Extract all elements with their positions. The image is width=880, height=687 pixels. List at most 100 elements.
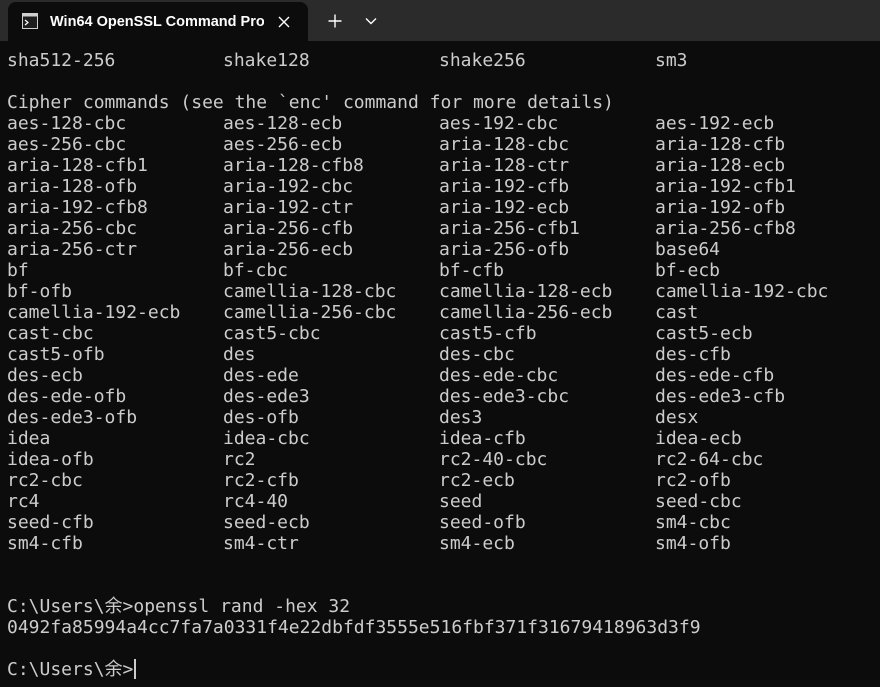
cipher-row: aria-128-cfb1 aria-128-cfb8 aria-128-ctr ar… <box>7 155 880 176</box>
command-name: rc4 <box>7 491 40 512</box>
command-name: desx <box>655 407 699 428</box>
command-name: camellia-128-cbc <box>223 281 397 302</box>
command-name: camellia-128-ecb <box>439 281 613 302</box>
command-name: aria-256-ofb <box>439 239 570 260</box>
command-name: cast5-ecb <box>655 323 753 344</box>
command-name: aria-128-ofb <box>7 176 138 197</box>
command-name: cast5-ofb <box>7 344 105 365</box>
command-name: des-ede3-cfb <box>655 386 786 407</box>
command-name: rc2 <box>223 449 256 470</box>
cipher-row: aria-256-ctr aria-256-ecb aria-256-ofb base… <box>7 239 880 260</box>
command-name: des-cbc <box>439 344 515 365</box>
chevron-down-icon <box>365 18 377 25</box>
command-name: sm4-cfb <box>7 533 83 554</box>
command-name: aes-128-cbc <box>7 113 127 134</box>
terminal-output[interactable]: sha512-256 shake128 shake256 sm3 Cipher … <box>0 41 880 687</box>
command-line: C:\Users\余>openssl rand -hex 32 <box>7 596 351 617</box>
cipher-row: sm4-cfb sm4-ctr sm4-ecb sm4-ofb <box>7 533 880 554</box>
command-name: rc2-40-cbc <box>439 449 548 470</box>
command-name: camellia-256-cbc <box>223 302 397 323</box>
close-tab-button[interactable] <box>272 10 296 34</box>
cipher-row: idea-ofb rc2 rc2-40-cbc rc2-64-cbc <box>7 449 880 470</box>
cipher-row: rc4 rc4-40 seed seed-cbc <box>7 491 880 512</box>
cipher-commands-header: Cipher commands (see the `enc' command f… <box>7 92 614 113</box>
prompt-line[interactable]: C:\Users\余> <box>7 659 137 680</box>
cipher-row: cast-cbc cast5-cbc cast5-cfb cast5-ecb <box>7 323 880 344</box>
command-name: des-ede <box>223 365 299 386</box>
command-name: bf-cfb <box>439 260 505 281</box>
command-name: aria-192-cfb8 <box>7 197 148 218</box>
terminal-icon <box>22 13 38 29</box>
cipher-row: aria-256-cbc aria-256-cfb aria-256-cfb1 ari… <box>7 218 880 239</box>
command-name: sm3 <box>655 50 688 71</box>
command-name: idea-cbc <box>223 428 310 449</box>
cipher-row: rc2-cbc rc2-cfb rc2-ecb rc2-ofb <box>7 470 880 491</box>
command-name: aria-256-cfb <box>223 218 354 239</box>
command-name: rc2-ecb <box>439 470 515 491</box>
command-name: bf-ofb <box>7 281 73 302</box>
command-name: idea-ofb <box>7 449 94 470</box>
command-name: aria-256-cbc <box>7 218 138 239</box>
command-name: shake256 <box>439 50 526 71</box>
command-name: camellia-256-ecb <box>439 302 613 323</box>
command-name: des-ede3 <box>223 386 310 407</box>
command-name: aria-128-cfb <box>655 134 786 155</box>
command-name: aria-192-cfb1 <box>655 176 796 197</box>
command-name: camellia-192-cbc <box>655 281 829 302</box>
plus-icon <box>328 14 342 28</box>
cipher-row: des-ede-ofb des-ede3 des-ede3-cbc des-ede3-… <box>7 386 880 407</box>
command-name: des-ede-cbc <box>439 365 559 386</box>
tab-win64-openssl[interactable]: Win64 OpenSSL Command Prompt <box>8 2 308 41</box>
command-name: aes-256-ecb <box>223 134 343 155</box>
cipher-row: aria-192-cfb8 aria-192-ctr aria-192-ecb ari… <box>7 197 880 218</box>
command-name: aria-192-ecb <box>439 197 570 218</box>
command-name: aria-192-ofb <box>655 197 786 218</box>
command-name: aria-128-ecb <box>655 155 786 176</box>
new-tab-button[interactable] <box>320 6 350 36</box>
command-name: des <box>223 344 256 365</box>
command-name: aria-128-ctr <box>439 155 570 176</box>
tab-title: Win64 OpenSSL Command Prompt <box>50 14 264 30</box>
command-name: bf <box>7 260 29 281</box>
command-name: aria-192-cfb <box>439 176 570 197</box>
command-name: aria-256-cfb1 <box>439 218 580 239</box>
command-name: sm4-ofb <box>655 533 731 554</box>
command-name: camellia-192-ecb <box>7 302 181 323</box>
command-name: aes-128-ecb <box>223 113 343 134</box>
command-name: aes-192-ecb <box>655 113 775 134</box>
command-name: cast5-cbc <box>223 323 321 344</box>
command-name: seed-cfb <box>7 512 94 533</box>
terminal-window: Win64 OpenSSL Command Prompt sha512-256 … <box>0 0 880 687</box>
command-output: 0492fa85994a4cc7fa7a0331f4e22dbfdf3555e5… <box>7 617 701 638</box>
cipher-row: camellia-192-ecb camellia-256-cbc camellia… <box>7 302 880 323</box>
command-name: seed-ofb <box>439 512 526 533</box>
command-name: idea <box>7 428 51 449</box>
command-name: sm4-ecb <box>439 533 515 554</box>
command-name: shake128 <box>223 50 310 71</box>
close-icon <box>278 16 290 28</box>
command-name: aria-128-cfb8 <box>223 155 364 176</box>
text-cursor <box>134 659 137 679</box>
command-name: bf-cbc <box>223 260 289 281</box>
cipher-row: des-ecb des-ede des-ede-cbc des-ede-cfb <box>7 365 880 386</box>
command-name: des-ede3-ofb <box>7 407 138 428</box>
command-name: rc2-cbc <box>7 470 83 491</box>
command-name: seed-cbc <box>655 491 742 512</box>
command-name: aria-256-ctr <box>7 239 138 260</box>
tab-dropdown-button[interactable] <box>356 6 386 36</box>
command-name: cast <box>655 302 699 323</box>
command-name: des-cfb <box>655 344 731 365</box>
command-name: sm4-cbc <box>655 512 731 533</box>
command-name: aes-192-cbc <box>439 113 559 134</box>
cipher-row: aes-128-cbc aes-128-ecb aes-192-cbc aes-192… <box>7 113 880 134</box>
cipher-row: aria-128-ofb aria-192-cbc aria-192-cfb aria… <box>7 176 880 197</box>
command-name: base64 <box>655 239 721 260</box>
command-name: rc2-64-cbc <box>655 449 764 470</box>
cipher-row: bf bf-cbc bf-cfb bf-ecb <box>7 260 880 281</box>
command-name: des-ede-ofb <box>7 386 127 407</box>
command-name: aria-192-cbc <box>223 176 354 197</box>
title-bar[interactable]: Win64 OpenSSL Command Prompt <box>0 0 880 41</box>
command-name: des-ede-cfb <box>655 365 775 386</box>
command-name: aria-256-ecb <box>223 239 354 260</box>
command-name: seed <box>439 491 483 512</box>
